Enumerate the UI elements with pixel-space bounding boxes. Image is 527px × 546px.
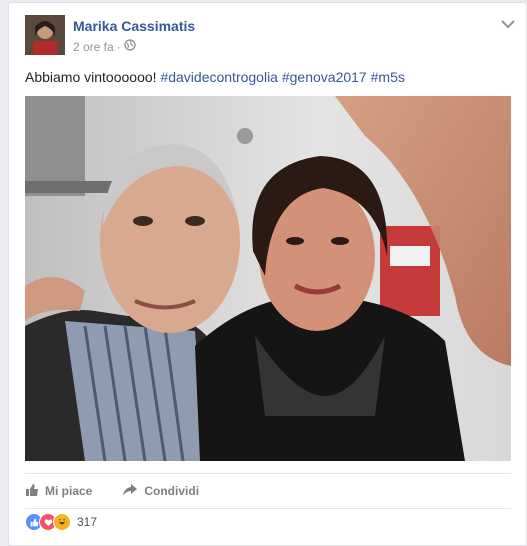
post-text: Abbiamo vintoooooo! #davidecontrogolia #…	[25, 69, 405, 85]
thumbs-up-icon	[25, 483, 39, 500]
author-name[interactable]: Marika Cassimatis	[73, 18, 195, 34]
share-label: Condividi	[144, 484, 200, 498]
share-arrow-icon	[122, 483, 138, 500]
hashtag[interactable]: #davidecontrogolia	[160, 69, 278, 85]
like-button[interactable]: Mi piace	[25, 483, 92, 500]
globe-icon[interactable]	[124, 39, 136, 54]
post-meta: 2 ore fa ·	[73, 39, 136, 54]
post-card: Marika Cassimatis 2 ore fa · Abbiamo vin…	[8, 2, 527, 546]
post-text-plain: Abbiamo vintoooooo!	[25, 69, 161, 85]
separator-dot: ·	[116, 39, 121, 54]
avatar[interactable]	[25, 15, 65, 55]
haha-reaction-icon	[53, 513, 71, 531]
like-label: Mi piace	[45, 484, 93, 498]
reactions-summary[interactable]: 317	[25, 513, 97, 531]
post-time[interactable]: 2 ore fa	[73, 40, 114, 54]
hashtag[interactable]: #genova2017	[282, 69, 367, 85]
action-bar: Mi piace Condividi	[25, 473, 511, 509]
post-photo[interactable]	[25, 96, 511, 461]
reaction-count: 317	[77, 515, 98, 529]
chevron-down-icon[interactable]	[500, 17, 516, 29]
share-button[interactable]: Condividi	[122, 483, 199, 500]
hashtag[interactable]: #m5s	[371, 69, 405, 85]
